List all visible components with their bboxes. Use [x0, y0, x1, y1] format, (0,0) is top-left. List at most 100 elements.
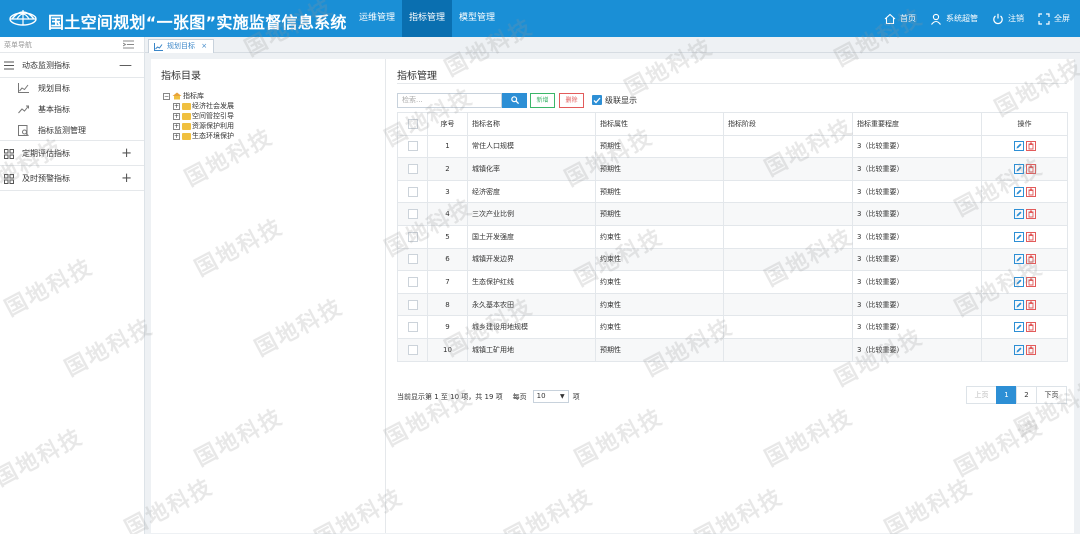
next-page-button[interactable]: 下页 — [1036, 386, 1067, 404]
sidebar-item-monitoring[interactable]: 指标监测管理 — [0, 120, 144, 141]
delete-button[interactable]: 删除 — [559, 92, 584, 108]
edit-icon[interactable] — [1013, 141, 1024, 152]
row-select-cell[interactable] — [397, 270, 428, 294]
trash-icon[interactable] — [1025, 231, 1036, 242]
tab-close-icon[interactable]: × — [201, 42, 207, 50]
trash-icon[interactable] — [1025, 299, 1036, 310]
row-checkbox[interactable] — [407, 186, 418, 197]
row-select-cell[interactable] — [397, 134, 428, 159]
tree-node[interactable]: + 空间管控引导 — [163, 111, 234, 121]
edit-icon[interactable] — [1013, 344, 1024, 355]
user-menu[interactable]: 系统超管 — [930, 13, 978, 25]
nav-models[interactable]: 模型管理 — [452, 0, 502, 37]
add-button[interactable]: 新增 — [530, 92, 555, 108]
select-all-cell[interactable] — [397, 112, 428, 136]
col-header-stage[interactable]: 指标阶段 — [723, 112, 853, 136]
edit-icon[interactable] — [1013, 231, 1024, 242]
tree-root[interactable]: − 指标库 — [163, 91, 234, 101]
sidebar-group-warning[interactable]: 及时预警指标 + — [0, 166, 144, 191]
edit-icon[interactable] — [1013, 163, 1024, 174]
expand-icon[interactable]: + — [173, 102, 180, 110]
row-select-cell[interactable] — [397, 224, 428, 249]
table-row[interactable]: 9 城乡建设用地规模 约束性 3（比较重要） — [397, 315, 1068, 339]
tree-node[interactable]: + 资源保护利用 — [163, 121, 234, 131]
row-checkbox[interactable] — [407, 344, 418, 355]
row-select-cell[interactable] — [397, 292, 428, 317]
row-checkbox[interactable] — [407, 163, 418, 174]
expand-icon[interactable]: + — [173, 112, 180, 120]
expand-sign[interactable]: + — [121, 141, 132, 166]
fullscreen-button[interactable]: 全屏 — [1038, 12, 1070, 25]
sidebar-item-basic-indicators[interactable]: 基本指标 — [0, 99, 144, 120]
nav-ops[interactable]: 运维管理 — [352, 0, 402, 37]
expand-icon[interactable]: + — [173, 132, 180, 140]
home-link[interactable]: 首页 — [884, 13, 916, 25]
trash-icon[interactable] — [1025, 276, 1036, 287]
row-select-cell[interactable] — [397, 337, 428, 362]
table-row[interactable]: 2 城镇化率 预期性 3（比较重要） — [397, 157, 1068, 181]
expand-icon[interactable]: + — [173, 122, 180, 130]
line-chart-icon — [18, 83, 29, 93]
edit-icon[interactable] — [1013, 276, 1024, 287]
sidebar-item-plan-target[interactable]: 规划目标 — [0, 78, 144, 99]
tab-plan-target[interactable]: 规划目标 × — [148, 39, 215, 53]
cell-no: 10 — [427, 337, 468, 362]
table-row[interactable]: 3 经济密度 预期性 3（比较重要） — [397, 179, 1068, 204]
col-header-importance[interactable]: 指标重要程度 — [852, 112, 982, 136]
per-page-select[interactable]: 10 ▼ — [532, 390, 569, 403]
page-1-button[interactable]: 1 — [996, 386, 1017, 404]
sidebar-group-periodic[interactable]: 定期评估指标 + — [0, 141, 144, 166]
expand-sign[interactable]: + — [121, 166, 132, 191]
edit-icon[interactable] — [1013, 209, 1024, 220]
search-button[interactable] — [502, 92, 527, 108]
trash-icon[interactable] — [1025, 344, 1036, 355]
trash-icon[interactable] — [1025, 254, 1036, 265]
page-2-button[interactable]: 2 — [1016, 386, 1037, 404]
table-row[interactable]: 4 三次产业比例 预期性 3（比较重要） — [397, 202, 1068, 226]
trash-icon[interactable] — [1025, 141, 1036, 152]
table-row[interactable]: 10 城镇工矿用地 预期性 3（比较重要） — [397, 337, 1068, 362]
prev-page-button[interactable]: 上页 — [966, 386, 997, 404]
trash-icon[interactable] — [1025, 209, 1036, 220]
search-input[interactable]: 检索... — [397, 92, 502, 108]
table-row[interactable]: 1 常住人口规模 预期性 3（比较重要） — [397, 134, 1068, 159]
row-select-cell[interactable] — [397, 315, 428, 339]
sidebar-group-dynamic[interactable]: 动态监测指标 — — [0, 53, 144, 78]
table-row[interactable]: 5 国土开发强度 约束性 3（比较重要） — [397, 224, 1068, 249]
row-checkbox[interactable] — [407, 322, 418, 333]
select-all-checkbox[interactable] — [407, 118, 418, 129]
tree-node[interactable]: + 经济社会发展 — [163, 101, 234, 111]
col-header-no[interactable]: 序号 — [427, 112, 468, 136]
table-row[interactable]: 8 永久基本农田 约束性 3（比较重要） — [397, 292, 1068, 317]
row-select-cell[interactable] — [397, 202, 428, 226]
home-icon — [884, 13, 896, 24]
logout-button[interactable]: 注销 — [992, 13, 1024, 25]
nav-indicators[interactable]: 指标管理 — [402, 0, 453, 37]
edit-icon[interactable] — [1013, 322, 1024, 333]
table-row[interactable]: 6 城镇开发边界 约束性 3（比较重要） — [397, 247, 1068, 272]
row-select-cell[interactable] — [397, 179, 428, 204]
collapse-sign[interactable]: — — [119, 53, 132, 78]
cascade-checkbox[interactable]: 级联显示 — [592, 95, 637, 106]
row-select-cell[interactable] — [397, 247, 428, 272]
collapse-icon[interactable]: − — [163, 92, 170, 100]
menu-collapse-icon[interactable] — [123, 40, 134, 49]
tree-node[interactable]: + 生态环境保护 — [163, 131, 234, 141]
sidebar-group-label: 及时预警指标 — [22, 174, 70, 183]
row-checkbox[interactable] — [407, 141, 418, 152]
row-checkbox[interactable] — [407, 231, 418, 242]
row-checkbox[interactable] — [407, 254, 418, 265]
edit-icon[interactable] — [1013, 186, 1024, 197]
edit-icon[interactable] — [1013, 299, 1024, 310]
row-checkbox[interactable] — [407, 209, 418, 220]
trash-icon[interactable] — [1025, 322, 1036, 333]
col-header-name[interactable]: 指标名称 — [467, 112, 596, 136]
trash-icon[interactable] — [1025, 186, 1036, 197]
table-row[interactable]: 7 生态保护红线 约束性 3（比较重要） — [397, 270, 1068, 294]
trash-icon[interactable] — [1025, 163, 1036, 174]
row-checkbox[interactable] — [407, 299, 418, 310]
edit-icon[interactable] — [1013, 254, 1024, 265]
col-header-attr[interactable]: 指标属性 — [595, 112, 724, 136]
row-checkbox[interactable] — [407, 276, 418, 287]
row-select-cell[interactable] — [397, 157, 428, 181]
